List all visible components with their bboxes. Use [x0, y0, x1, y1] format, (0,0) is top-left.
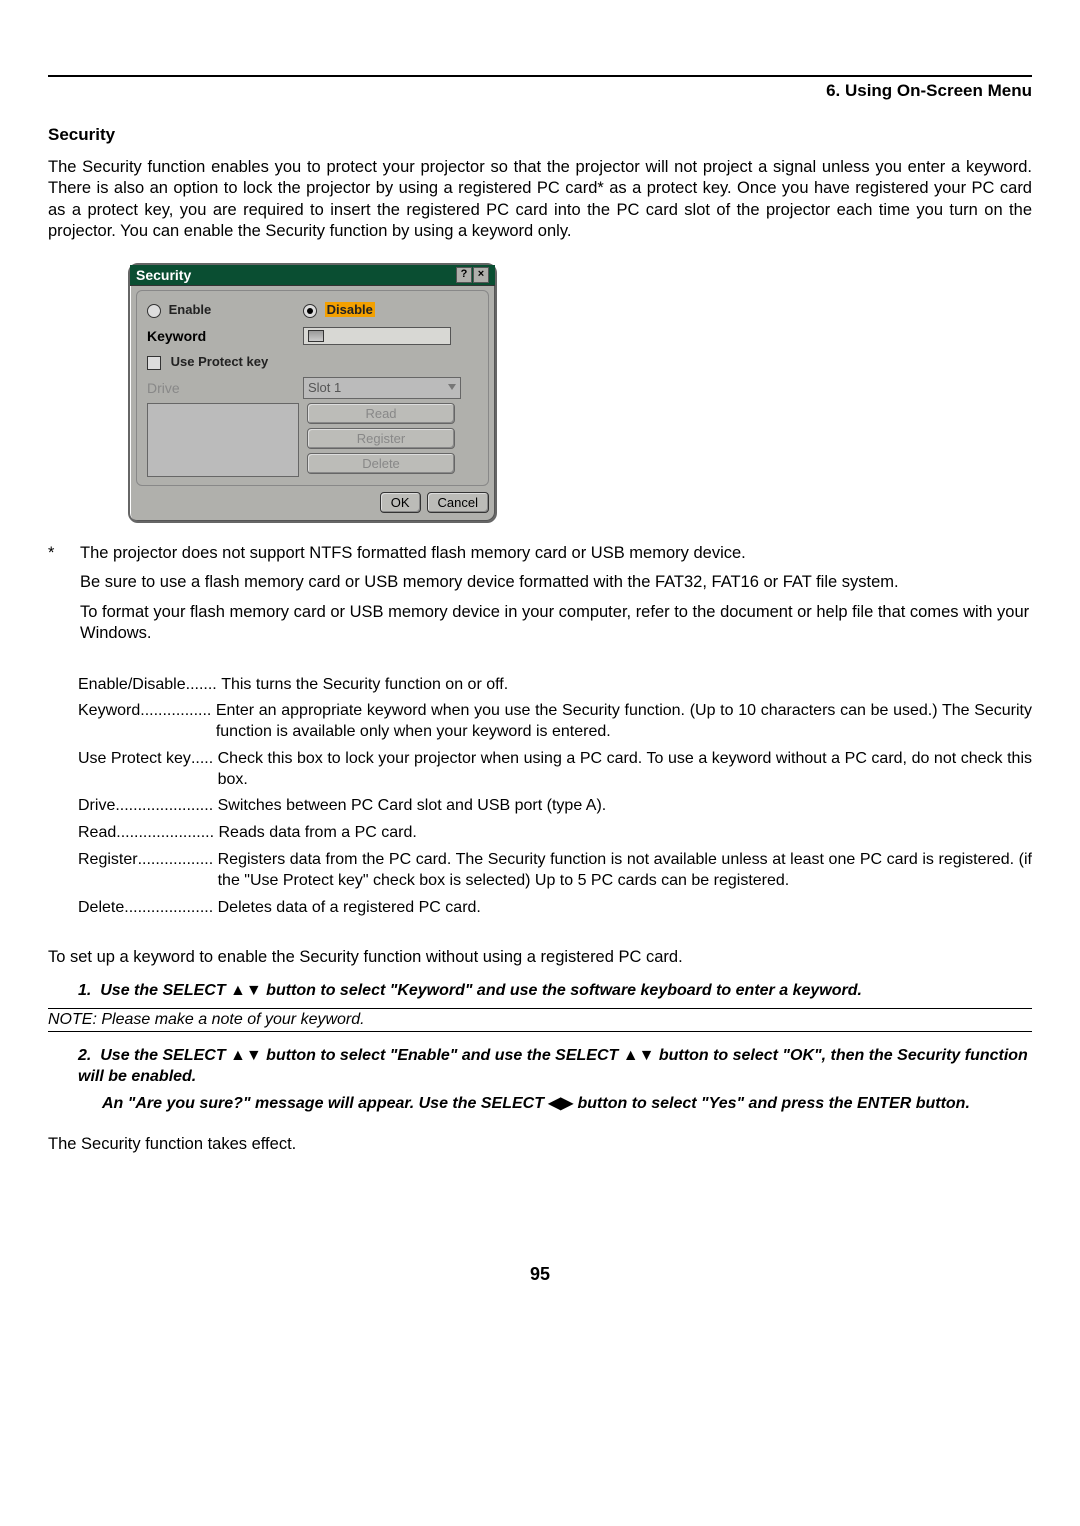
footnote-3: To format your flash memory card or USB … — [80, 602, 1032, 645]
note-keyword: NOTE: Please make a note of your keyword… — [48, 1008, 1032, 1032]
section-heading: Security — [48, 125, 1032, 145]
protect-key-listbox[interactable] — [147, 403, 299, 477]
delete-button[interactable]: Delete — [307, 453, 455, 474]
close-icon[interactable]: × — [473, 267, 489, 283]
dialog-titlebar: Security ? × — [130, 265, 495, 286]
definition-list: Enable/Disable ....... This turns the Se… — [78, 675, 1032, 919]
def-term: Delete — [78, 898, 124, 919]
register-button[interactable]: Register — [307, 428, 455, 449]
cancel-button[interactable]: Cancel — [427, 492, 489, 513]
step-1: 1. Use the SELECT button to select "Keyw… — [78, 981, 1032, 1002]
enable-radio[interactable]: Enable — [141, 302, 295, 318]
drive-select[interactable]: Slot 1 — [303, 377, 461, 399]
up-triangle-icon — [623, 1047, 639, 1064]
footnote-block: * The projector does not support NTFS fo… — [48, 543, 1032, 645]
def-term: Read — [78, 823, 116, 844]
ok-button[interactable]: OK — [380, 492, 421, 513]
keyword-row-label: Keyword — [141, 328, 295, 344]
effect-line: The Security function takes effect. — [48, 1135, 1032, 1154]
def-desc: This turns the Security function on or o… — [221, 675, 1032, 696]
step-2: 2. Use the SELECT button to select "Enab… — [78, 1046, 1032, 1088]
down-triangle-icon — [246, 982, 262, 999]
def-term: Enable/Disable — [78, 675, 186, 696]
right-triangle-icon — [561, 1095, 573, 1112]
enable-label: Enable — [169, 302, 212, 317]
disable-label: Disable — [325, 302, 375, 317]
def-desc: Reads data from a PC card. — [219, 823, 1033, 844]
def-desc: Registers data from the PC card. The Sec… — [218, 850, 1032, 892]
read-button[interactable]: Read — [307, 403, 455, 424]
radio-on-icon — [303, 304, 317, 318]
help-icon[interactable]: ? — [456, 267, 472, 283]
keyboard-icon — [308, 330, 324, 342]
def-desc: Switches between PC Card slot and USB po… — [218, 796, 1032, 817]
up-triangle-icon — [230, 1047, 246, 1064]
def-term: Keyword — [78, 701, 140, 743]
intro-paragraph: The Security function enables you to pro… — [48, 157, 1032, 243]
def-term: Drive — [78, 796, 115, 817]
chapter-title: 6. Using On-Screen Menu — [48, 81, 1032, 101]
disable-radio[interactable]: Disable — [303, 302, 375, 318]
use-protect-label: Use Protect key — [171, 354, 269, 369]
steps-lead: To set up a keyword to enable the Securi… — [48, 948, 1032, 967]
top-rule — [48, 75, 1032, 77]
footnote-1: The projector does not support NTFS form… — [80, 543, 1032, 564]
def-desc: Check this box to lock your projector wh… — [218, 749, 1032, 791]
security-dialog: Security ? × Enable Disable — [128, 263, 497, 523]
def-desc: Deletes data of a registered PC card. — [218, 898, 1032, 919]
up-triangle-icon — [230, 982, 246, 999]
footnote-2: Be sure to use a flash memory card or US… — [80, 572, 1032, 593]
checkbox-icon — [147, 356, 161, 370]
def-term: Use Protect key — [78, 749, 191, 791]
dialog-title-text: Security — [136, 267, 456, 283]
left-triangle-icon — [548, 1095, 560, 1112]
radio-off-icon — [147, 304, 161, 318]
drive-value: Slot 1 — [308, 380, 341, 395]
asterisk: * — [48, 543, 80, 645]
def-term: Register — [78, 850, 138, 892]
step-2-sub: An "Are you sure?" message will appear. … — [102, 1094, 1032, 1115]
down-triangle-icon — [246, 1047, 262, 1064]
def-desc: Enter an appropriate keyword when you us… — [216, 701, 1032, 743]
page-number: 95 — [48, 1264, 1032, 1285]
keyword-input[interactable] — [303, 327, 451, 345]
use-protect-key-checkbox[interactable]: Use Protect key — [141, 354, 268, 370]
down-triangle-icon — [639, 1047, 655, 1064]
drive-row-label: Drive — [141, 380, 295, 396]
